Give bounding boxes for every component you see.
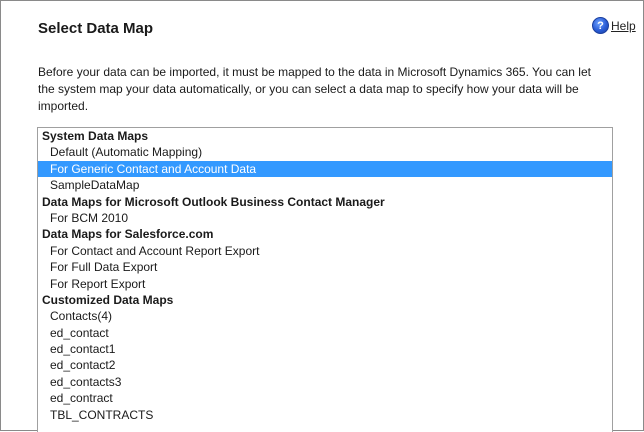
list-group-header: Data Maps for Salesforce.com — [42, 227, 214, 242]
list-item[interactable]: ed_contact1 — [38, 341, 612, 357]
list-item[interactable]: ed_contact — [38, 325, 612, 341]
dialog-frame: Select Data Map ? Help Before your data … — [0, 0, 644, 432]
list-item[interactable]: For Contact and Account Report Export — [38, 243, 612, 259]
list-item[interactable]: For Report Export — [38, 276, 612, 292]
help-icon[interactable]: ? — [592, 17, 609, 34]
list-item[interactable]: Contacts(4) — [38, 308, 612, 324]
dialog-title: Select Data Map — [38, 20, 154, 37]
list-item[interactable]: ed_contacts3 — [38, 374, 612, 390]
list-item[interactable]: ed_contract — [38, 390, 612, 406]
list-item[interactable]: SampleDataMap — [38, 177, 612, 193]
list-item[interactable]: For Full Data Export — [38, 259, 612, 275]
list-item-selected[interactable]: For Generic Contact and Account Data — [38, 160, 612, 178]
data-map-listbox[interactable]: System Data Maps Default (Automatic Mappi… — [37, 127, 613, 432]
list-group-header: Data Maps for Microsoft Outlook Business… — [42, 194, 385, 209]
list-item[interactable]: Default (Automatic Mapping) — [38, 144, 612, 160]
help-label[interactable]: Help — [611, 19, 636, 33]
list-group-header: Customized Data Maps — [42, 292, 174, 307]
help-link[interactable]: ? Help — [592, 17, 636, 34]
list-item[interactable]: ed_contact2 — [38, 357, 612, 373]
description-text: Before your data can be imported, it mus… — [38, 65, 591, 113]
list-group-header: System Data Maps — [42, 129, 149, 143]
list-item[interactable]: TBL_CONTRACTS — [38, 407, 612, 423]
list-item[interactable]: For BCM 2010 — [38, 210, 612, 226]
